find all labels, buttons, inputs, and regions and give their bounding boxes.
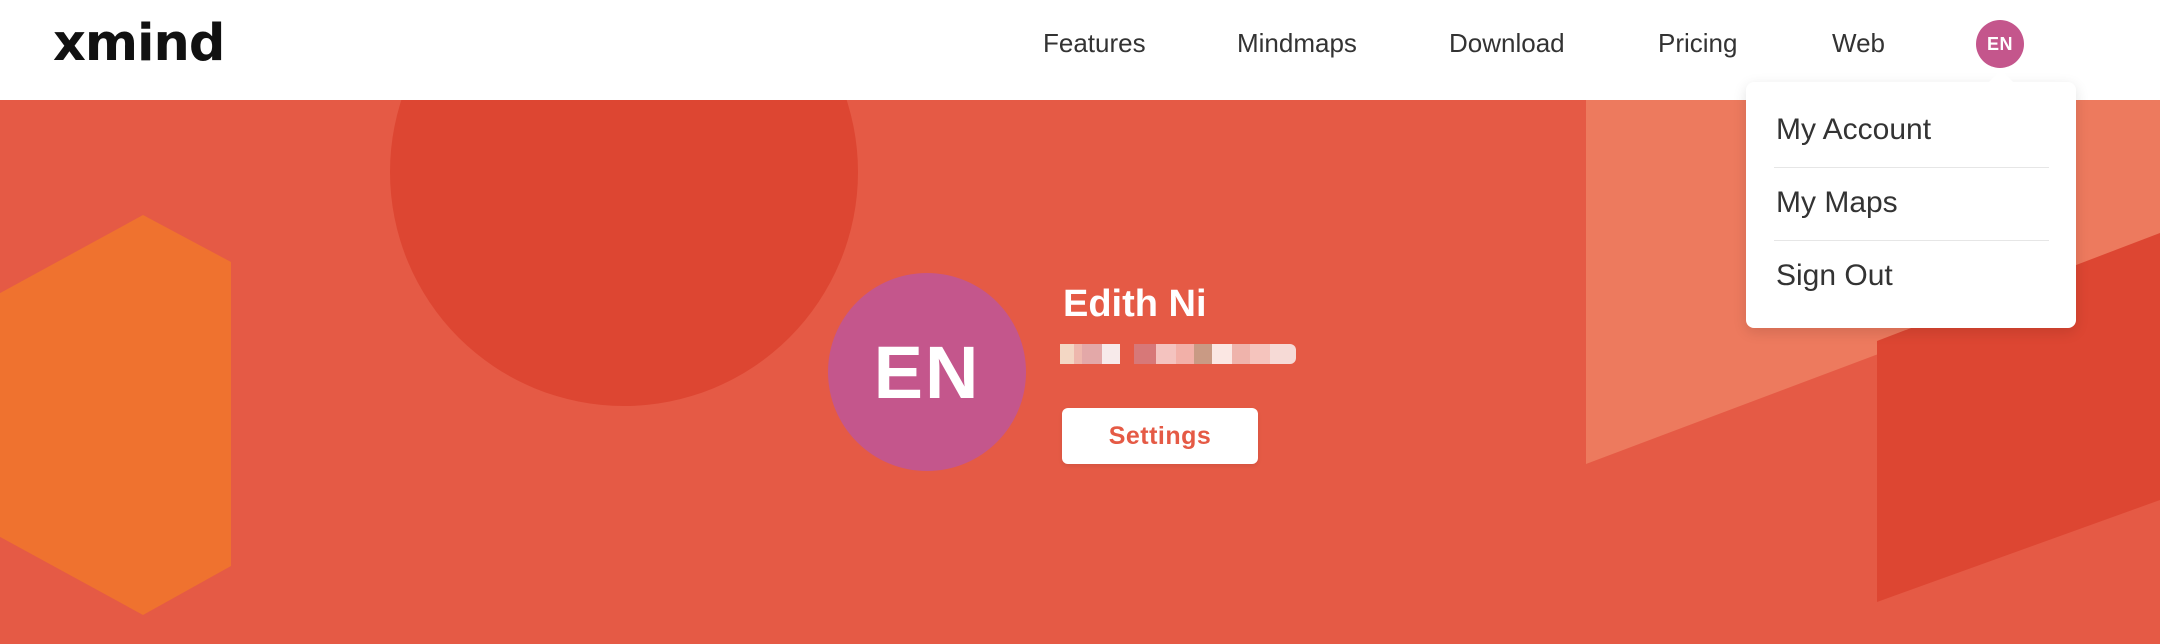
nav-link-web[interactable]: Web bbox=[1832, 28, 1885, 58]
menu-item-sign-out[interactable]: Sign Out bbox=[1776, 258, 1893, 294]
profile-page: xmind Features Mindmaps Download Pricing… bbox=[0, 0, 2160, 644]
profile-name: Edith Ni bbox=[1063, 283, 1207, 325]
menu-divider bbox=[1774, 167, 2049, 168]
profile-avatar: EN bbox=[828, 273, 1026, 471]
decor-circle bbox=[390, 100, 858, 406]
menu-item-my-account[interactable]: My Account bbox=[1776, 112, 1931, 148]
nav-link-features[interactable]: Features bbox=[1043, 28, 1146, 58]
decor-hexagon bbox=[0, 215, 231, 615]
menu-divider bbox=[1774, 240, 2049, 241]
menu-item-my-maps[interactable]: My Maps bbox=[1776, 185, 1898, 221]
email-redacted bbox=[1060, 344, 1296, 364]
nav-link-download[interactable]: Download bbox=[1449, 28, 1565, 58]
nav-link-pricing[interactable]: Pricing bbox=[1658, 28, 1737, 58]
account-dropdown-menu: My Account My Maps Sign Out bbox=[1746, 82, 2076, 328]
xmind-logo[interactable]: xmind bbox=[53, 18, 225, 69]
dropdown-caret bbox=[1988, 70, 2014, 83]
settings-button[interactable]: Settings bbox=[1062, 408, 1258, 464]
user-avatar-button[interactable]: EN bbox=[1976, 20, 2024, 68]
nav-link-mindmaps[interactable]: Mindmaps bbox=[1237, 28, 1357, 58]
